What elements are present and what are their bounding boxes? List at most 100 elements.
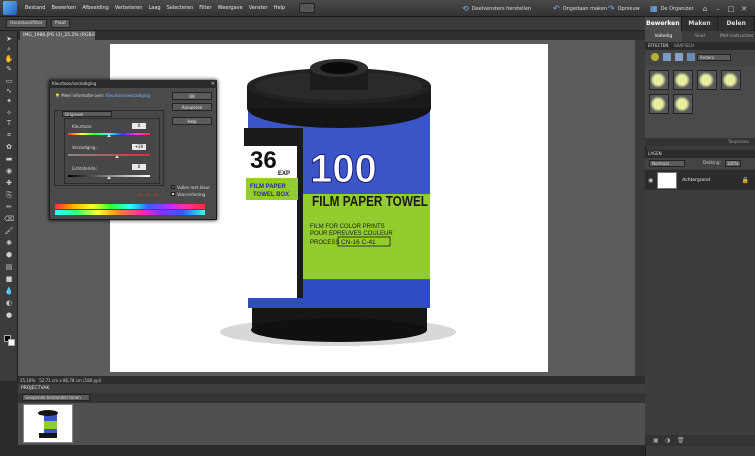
- tab-edit[interactable]: Bewerken: [645, 17, 682, 31]
- minimize-icon[interactable]: –: [713, 4, 723, 14]
- effects-panel-tab2[interactable]: GRAFISCH: [674, 43, 694, 48]
- vertical-scrollbar[interactable]: [635, 40, 645, 376]
- blend-mode-select[interactable]: Normaal: [649, 160, 685, 167]
- hue-slider-knob[interactable]: [107, 134, 111, 137]
- menu-enhance[interactable]: Verbeteren: [115, 5, 143, 11]
- effect-thumbnail[interactable]: [649, 70, 669, 90]
- tab-full[interactable]: Volledig: [645, 31, 682, 42]
- menu-image[interactable]: Afbeelding: [82, 5, 109, 11]
- effect-thumbnail[interactable]: [649, 94, 669, 114]
- quick-select-tool-icon[interactable]: ✦: [4, 97, 14, 106]
- effects-category-select[interactable]: Anders: [697, 54, 731, 61]
- document-tab[interactable]: IMG_1986.JPG (3)_25,2% (RGB/8)*: [20, 31, 95, 40]
- ok-button[interactable]: OK: [172, 92, 212, 100]
- tool-preset-select[interactable]: Houtskoolfilter: [6, 19, 47, 28]
- tab-guided[interactable]: Met instructies: [718, 31, 755, 42]
- new-layer-icon[interactable]: ▣: [653, 437, 659, 444]
- dialog-title-bar[interactable]: Kleurtoon/verzadiging ✕: [49, 80, 217, 88]
- tab-create[interactable]: Maken: [681, 17, 719, 31]
- pencil-tool-icon[interactable]: ✏: [4, 203, 14, 212]
- marquee-tool-icon[interactable]: ▭: [4, 77, 14, 86]
- eyedropper-tool-icon[interactable]: ✎: [4, 65, 14, 74]
- help-button[interactable]: Help: [172, 117, 212, 125]
- move-tool-icon[interactable]: ➤: [4, 35, 14, 44]
- type-tool-icon[interactable]: T: [4, 119, 14, 128]
- menu-edit[interactable]: Bewerken: [51, 5, 76, 11]
- menu-view[interactable]: Weergave: [218, 5, 243, 11]
- effect-thumbnail[interactable]: [673, 70, 693, 90]
- arrange-button[interactable]: [299, 3, 316, 13]
- all-effects-icon[interactable]: [687, 53, 695, 61]
- reset-button[interactable]: Annuleren: [172, 103, 212, 111]
- menu-window[interactable]: Venster: [249, 5, 268, 11]
- sponge-tool-icon[interactable]: ◐: [4, 299, 14, 308]
- opacity-field[interactable]: 100%: [725, 160, 741, 167]
- close-icon[interactable]: ✕: [739, 4, 749, 14]
- project-bin-header[interactable]: PROJECTVAK: [18, 384, 645, 393]
- magic-wand-tool-icon[interactable]: ✧: [4, 109, 14, 118]
- home-icon[interactable]: ⌂: [700, 4, 710, 14]
- effect-thumbnail[interactable]: [697, 70, 717, 90]
- preview-checkbox[interactable]: [171, 192, 175, 196]
- hue-value-field[interactable]: 0: [132, 123, 146, 129]
- effects-panel-header[interactable]: EFFECTEN GRAFISCH: [645, 42, 755, 50]
- hand-tool-icon[interactable]: ✋: [4, 55, 14, 64]
- eyedropper-icon[interactable]: ✐: [138, 192, 143, 199]
- lock-icon[interactable]: 🔒: [742, 177, 749, 184]
- gradient-tool-icon[interactable]: ▤: [4, 263, 14, 272]
- blur-tool-icon[interactable]: 💧: [4, 287, 14, 296]
- maximize-icon[interactable]: □: [726, 4, 736, 14]
- red-eye-tool-icon[interactable]: ◉: [4, 167, 14, 176]
- tab-share[interactable]: Delen: [718, 17, 755, 31]
- saturation-value-field[interactable]: +20: [132, 144, 146, 150]
- tab-quick[interactable]: Snel: [682, 31, 719, 42]
- visibility-eye-icon[interactable]: ◉: [648, 177, 653, 184]
- menu-layer[interactable]: Laag: [148, 5, 160, 11]
- lightness-slider-knob[interactable]: [107, 176, 111, 179]
- paint-bucket-tool-icon[interactable]: ⬢: [4, 251, 14, 260]
- layer-styles-icon[interactable]: [663, 53, 671, 61]
- clone-tool-icon[interactable]: ⎘: [4, 191, 14, 200]
- effect-thumbnail[interactable]: [673, 94, 693, 114]
- zoom-level[interactable]: 25,18%: [20, 378, 35, 383]
- reset-panels-button[interactable]: ⟲ Deelvensters herstellen: [462, 0, 531, 17]
- smart-brush-tool-icon[interactable]: ✺: [4, 239, 14, 248]
- dodge-tool-icon[interactable]: ●: [4, 311, 14, 320]
- lasso-tool-icon[interactable]: ∿: [4, 87, 14, 96]
- layers-panel-header[interactable]: LAGEN: [645, 150, 755, 158]
- colorize-checkbox[interactable]: [171, 185, 175, 189]
- menu-filter[interactable]: Filter: [199, 5, 211, 11]
- new-adjustment-layer-icon[interactable]: ◑: [665, 437, 670, 444]
- eyedropper-subtract-icon[interactable]: ✐: [154, 192, 159, 199]
- saturation-slider-knob[interactable]: [115, 155, 120, 158]
- project-bin-thumbnail[interactable]: [23, 404, 73, 443]
- layer-row[interactable]: ◉ Achtergrond 🔒: [645, 170, 755, 190]
- eyedropper-add-icon[interactable]: ✐: [146, 192, 151, 199]
- effect-thumbnail[interactable]: [721, 70, 741, 90]
- filters-icon[interactable]: [651, 53, 659, 61]
- undo-button[interactable]: ↶ Ongedaan maken: [553, 0, 607, 17]
- lightness-value-field[interactable]: 0: [132, 164, 146, 170]
- menu-file[interactable]: Bestand: [25, 5, 45, 11]
- photo-effects-icon[interactable]: [675, 53, 683, 61]
- channel-select[interactable]: Origineel: [62, 111, 112, 117]
- straighten-tool-icon[interactable]: ▬: [4, 155, 14, 164]
- project-bin-filter-select[interactable]: Geopende bestanden tonen: [22, 394, 90, 401]
- organizer-button[interactable]: ▦ De Organizer: [650, 0, 694, 17]
- background-color-swatch[interactable]: [8, 339, 15, 346]
- menu-help[interactable]: Help: [274, 5, 285, 11]
- brush-tool-icon[interactable]: 🖌: [4, 227, 14, 236]
- delete-layer-icon[interactable]: 🗑: [677, 437, 685, 444]
- cookie-cutter-tool-icon[interactable]: ✿: [4, 143, 14, 152]
- saturation-slider-track[interactable]: [68, 154, 150, 156]
- dialog-close-icon[interactable]: ✕: [211, 80, 215, 88]
- size-select[interactable]: Plaat: [50, 19, 71, 28]
- shape-tool-icon[interactable]: ■: [4, 275, 14, 284]
- menu-select[interactable]: Selecteren: [167, 5, 194, 11]
- crop-tool-icon[interactable]: ⌗: [4, 131, 14, 140]
- apply-effect-button[interactable]: Toepassen: [728, 138, 749, 146]
- eraser-tool-icon[interactable]: ⌫: [4, 215, 14, 224]
- healing-tool-icon[interactable]: ✚: [4, 179, 14, 188]
- redo-button[interactable]: ↷ Opnieuw: [608, 0, 640, 17]
- zoom-tool-icon[interactable]: ⌕: [4, 45, 14, 54]
